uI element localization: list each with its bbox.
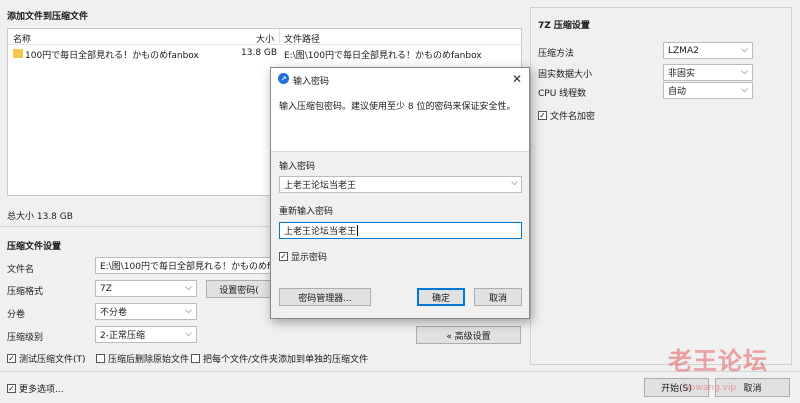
password-manager-button[interactable]: 密码管理器... [279, 288, 371, 306]
format-label: 压缩格式 [7, 287, 44, 297]
dialog-description-area: 输入压缩包密码。建议使用至少 8 位的密码来保证安全性。 [271, 90, 529, 152]
chevron-down-icon: ⌵ [185, 329, 192, 339]
check-icon: ✓ [279, 251, 288, 261]
show-password-label: 显示密码 [291, 253, 328, 263]
dialog-cancel-button[interactable]: 取消 [474, 288, 522, 306]
encrypt-filenames-label: 文件名加密 [550, 112, 596, 122]
password-value: 上老王论坛当老王 [284, 181, 357, 191]
confirm-password-input[interactable]: 上老王论坛当老王 [279, 222, 522, 239]
dialog-title: 输入密码 [293, 77, 330, 87]
level-value: 2-正常压缩 [100, 331, 145, 341]
add-files-title: 添加文件到压缩文件 [7, 12, 89, 22]
close-icon[interactable]: ✕ [509, 71, 525, 87]
confirm-password-label: 重新输入密码 [279, 207, 334, 217]
text-cursor [357, 225, 359, 236]
cpu-value: 自动 [668, 87, 687, 97]
format-value: 7Z [100, 283, 112, 294]
ok-button[interactable]: 确定 [417, 288, 465, 306]
row-size: 13.8 GB [241, 48, 278, 58]
delete-after-checkbox[interactable]: 压缩后删除原始文件 [96, 352, 189, 365]
check-icon: ✓ [538, 110, 547, 120]
chevron-down-icon: ⌵ [741, 67, 748, 77]
solid-value: 非固实 [668, 69, 696, 79]
volume-label: 分卷 [7, 310, 26, 320]
app-logo-icon: ↗ [278, 73, 289, 84]
delete-after-label: 压缩后删除原始文件 [108, 355, 190, 365]
level-select[interactable]: 2-正常压缩 ⌵ [95, 326, 197, 343]
cpu-select[interactable]: 自动 ⌵ [663, 82, 753, 99]
watermark-logo: 老王论坛 [668, 347, 768, 375]
total-size: 总大小 13.8 GB [7, 212, 73, 222]
advanced-settings-button[interactable]: « 高级设置 [416, 326, 521, 344]
header-divider [8, 44, 521, 45]
method-select[interactable]: LZMA2 ⌵ [663, 42, 753, 59]
chevron-down-icon[interactable]: ⌵ [511, 178, 518, 188]
watermark-url: laowang.vip [682, 383, 737, 393]
chevron-down-icon: ⌵ [185, 283, 192, 293]
more-options-checkbox[interactable]: ✓ 更多选项... [7, 382, 64, 395]
password-input[interactable]: 上老王论坛当老王 ⌵ [279, 176, 522, 193]
folder-icon [13, 49, 23, 58]
solid-label: 固实数据大小 [538, 70, 593, 80]
column-divider [279, 29, 280, 43]
chevron-down-icon: ⌵ [741, 85, 748, 95]
level-label: 压缩级别 [7, 333, 44, 343]
solid-select[interactable]: 非固实 ⌵ [663, 64, 753, 81]
method-value: LZMA2 [668, 45, 699, 56]
show-password-checkbox[interactable]: ✓ 显示密码 [279, 250, 327, 263]
filename-label: 文件名 [7, 265, 35, 275]
cpu-label: CPU 线程数 [538, 89, 587, 99]
confirm-password-value: 上老王论坛当老王 [284, 227, 357, 237]
checkbox-empty-icon [191, 354, 200, 363]
set-password-button[interactable]: 设置密码( [206, 280, 272, 298]
dialog-titlebar[interactable]: ↗ 输入密码 ✕ [271, 68, 529, 90]
format-select[interactable]: 7Z ⌵ [95, 280, 197, 297]
test-archive-label: 测试压缩文件(T) [19, 355, 86, 365]
password-dialog: ↗ 输入密码 ✕ 输入压缩包密码。建议使用至少 8 位的密码来保证安全性。 输入… [270, 67, 530, 319]
chevron-down-icon: ⌵ [185, 306, 192, 316]
filename-input[interactable]: E:\图\100円で毎日全部見れる！かものめfanbox [95, 257, 273, 274]
separate-archives-label: 把每个文件/文件夹添加到单独的压缩文件 [203, 355, 369, 365]
chevron-down-icon: ⌵ [741, 45, 748, 55]
volume-select[interactable]: 不分卷 ⌵ [95, 303, 197, 320]
method-label: 压缩方法 [538, 49, 575, 59]
checkbox-empty-icon [96, 354, 105, 363]
volume-value: 不分卷 [100, 308, 128, 318]
dialog-description: 输入压缩包密码。建议使用至少 8 位的密码来保证安全性。 [279, 102, 516, 112]
more-options-label: 更多选项... [19, 385, 64, 395]
right-panel: 7Z 压缩设置 压缩方法 LZMA2 ⌵ 固实数据大小 非固实 ⌵ CPU 线程… [530, 7, 792, 365]
test-archive-checkbox[interactable]: ✓ 测试压缩文件(T) [7, 352, 86, 365]
table-row[interactable]: 100円で毎日全部見れる！かものめfanbox 13.8 GB E:\图\100… [8, 46, 521, 61]
settings-title: 压缩文件设置 [7, 242, 62, 252]
right-panel-title: 7Z 压缩设置 [538, 21, 590, 31]
password-label: 输入密码 [279, 162, 316, 172]
check-icon: ✓ [7, 383, 16, 393]
check-icon: ✓ [7, 353, 16, 363]
separate-archives-checkbox[interactable]: 把每个文件/文件夹添加到单独的压缩文件 [191, 352, 368, 365]
row-name: 100円で毎日全部見れる！かものめfanbox [25, 51, 199, 61]
encrypt-filenames-checkbox[interactable]: ✓ 文件名加密 [538, 109, 595, 122]
row-path: E:\图\100円で毎日全部見れる！かものめfanbox [284, 51, 482, 61]
